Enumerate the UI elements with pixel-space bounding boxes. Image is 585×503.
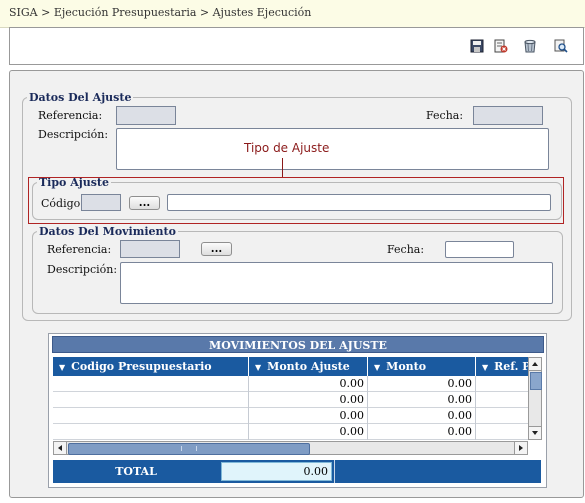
scroll-down-icon[interactable]	[529, 426, 541, 439]
total-divider	[334, 460, 335, 483]
cell-codigo[interactable]	[53, 376, 249, 392]
breadcrumb: SIGA > Ejecución Presupuestaria > Ajuste…	[0, 0, 585, 28]
table-row[interactable]: 0.00 0.00	[53, 408, 528, 424]
grid-header: ▼ Codigo Presupuestario ▼ Monto Ajuste ▼ Mo…	[53, 357, 528, 376]
cell-monto[interactable]: 0.00	[368, 376, 476, 392]
fecha-label: Fecha:	[426, 109, 464, 122]
mov-referencia-lookup-button[interactable]: ...	[201, 242, 232, 256]
mov-descripcion-field[interactable]	[120, 262, 553, 304]
referencia-field[interactable]	[116, 106, 176, 125]
col-header-codigo[interactable]: ▼ Codigo Presupuestario	[53, 357, 249, 376]
cell-codigo[interactable]	[53, 408, 249, 424]
cell-monto-ajuste[interactable]: 0.00	[249, 408, 368, 424]
referencia-label: Referencia:	[38, 109, 103, 122]
horizontal-scroll-thumb[interactable]	[68, 443, 310, 455]
scroll-up-icon[interactable]	[529, 358, 541, 371]
vertical-scrollbar[interactable]	[528, 357, 542, 440]
fecha-field[interactable]	[473, 106, 543, 125]
col-header-label: Monto	[386, 360, 427, 373]
delete-icon[interactable]	[494, 39, 508, 53]
grid-rows: 0.00 0.00 0.00 0.00 0.00 0.00 0.00 0.00	[53, 376, 528, 440]
tipo-ajuste-callout: Tipo de Ajuste	[244, 141, 330, 155]
grip-icon	[181, 446, 197, 451]
mov-referencia-label: Referencia:	[47, 243, 112, 256]
col-header-monto[interactable]: ▼ Monto	[368, 357, 476, 376]
cell-ref[interactable]	[476, 424, 528, 440]
vertical-scroll-thumb[interactable]	[530, 372, 542, 390]
sort-arrow-icon: ▼	[374, 362, 381, 372]
mov-fecha-label: Fecha:	[387, 243, 425, 256]
cell-monto-ajuste[interactable]: 0.00	[249, 424, 368, 440]
codigo-label: Código	[41, 197, 81, 210]
mov-fecha-field[interactable]	[445, 241, 514, 258]
search-icon[interactable]	[554, 39, 568, 53]
cell-monto-ajuste[interactable]: 0.00	[249, 392, 368, 408]
grid-title: MOVIMIENTOS DEL AJUSTE	[52, 336, 544, 353]
sort-arrow-icon: ▼	[59, 362, 66, 372]
codigo-lookup-button[interactable]: ...	[129, 196, 160, 210]
descripcion-field[interactable]	[116, 128, 549, 170]
cell-ref[interactable]	[476, 408, 528, 424]
cell-codigo[interactable]	[53, 392, 249, 408]
datos-ajuste-legend: Datos Del Ajuste	[29, 91, 132, 104]
cell-monto-ajuste[interactable]: 0.00	[249, 376, 368, 392]
table-row[interactable]: 0.00 0.00	[53, 392, 528, 408]
cell-monto[interactable]: 0.00	[368, 392, 476, 408]
descripcion-label: Descripción:	[38, 128, 109, 141]
toolbar	[9, 27, 584, 65]
col-header-ref[interactable]: ▼ Ref. P	[476, 357, 528, 376]
total-label: TOTAL	[115, 465, 157, 478]
scroll-left-icon[interactable]	[54, 442, 67, 454]
col-header-label: Ref. P	[494, 360, 528, 373]
cell-ref[interactable]	[476, 392, 528, 408]
sort-arrow-icon: ▼	[482, 362, 489, 372]
tipo-ajuste-name-field[interactable]	[167, 194, 551, 211]
col-header-monto-ajuste[interactable]: ▼ Monto Ajuste	[249, 357, 368, 376]
save-icon[interactable]	[470, 39, 484, 53]
mov-descripcion-label: Descripción:	[47, 263, 118, 276]
callout-line	[282, 158, 283, 178]
trash-icon[interactable]	[523, 39, 537, 53]
cell-ref[interactable]	[476, 376, 528, 392]
cell-codigo[interactable]	[53, 424, 249, 440]
total-bar: TOTAL 0.00	[53, 460, 541, 483]
col-header-label: Monto Ajuste	[267, 360, 350, 373]
datos-movimiento-legend: Datos Del Movimiento	[39, 225, 176, 238]
table-row[interactable]: 0.00 0.00	[53, 376, 528, 392]
scroll-right-icon[interactable]	[514, 442, 527, 454]
codigo-field[interactable]	[81, 194, 121, 211]
cell-monto[interactable]: 0.00	[368, 424, 476, 440]
table-row[interactable]: 0.00 0.00	[53, 424, 528, 440]
mov-referencia-field[interactable]	[120, 240, 180, 258]
horizontal-scrollbar[interactable]	[53, 441, 528, 455]
sort-arrow-icon: ▼	[255, 362, 262, 372]
cell-monto[interactable]: 0.00	[368, 408, 476, 424]
total-value-field: 0.00	[221, 462, 332, 481]
col-header-label: Codigo Presupuestario	[71, 360, 212, 373]
